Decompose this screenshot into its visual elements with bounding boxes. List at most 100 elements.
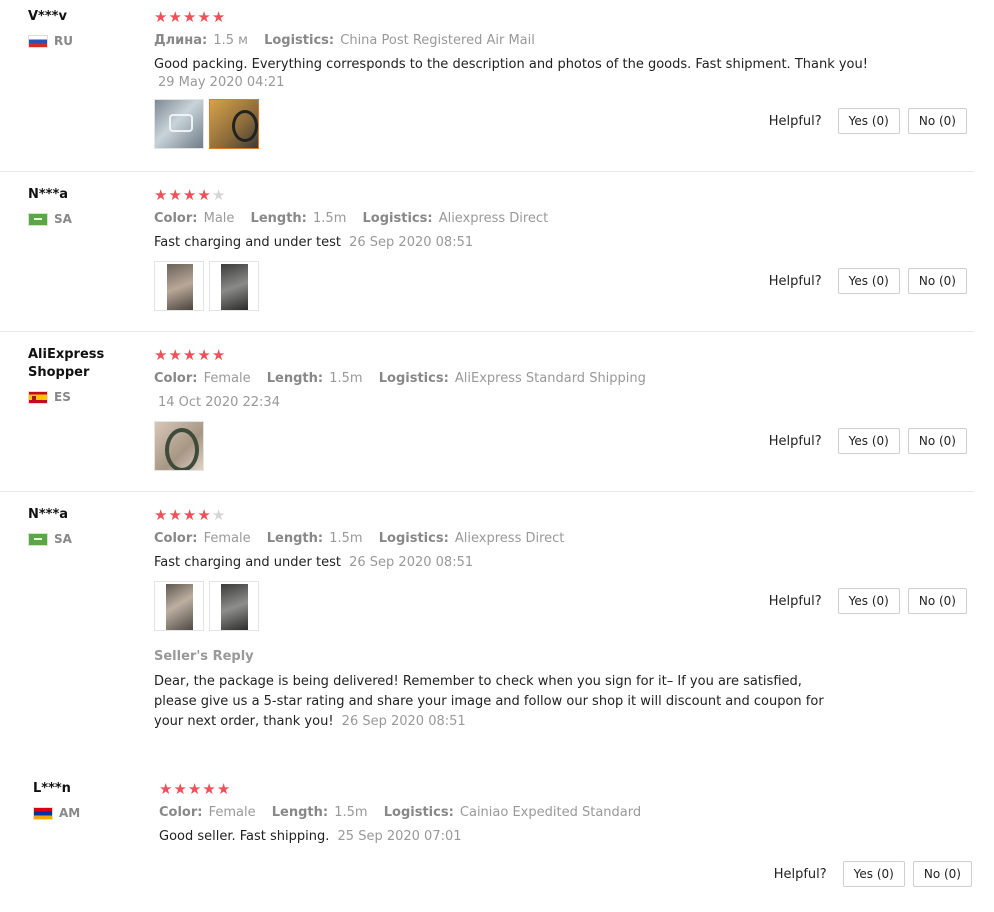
review-content: ★★★★★ Длина: 1.5 м Logistics: China Post… [154, 8, 868, 149]
review-attributes: Color: Female Length: 1.5m Logistics: Al… [154, 530, 854, 548]
rating-stars: ★★★★★ [154, 346, 854, 364]
flag-sa-icon [28, 532, 48, 546]
review-date: 14 Oct 2020 22:34 [158, 395, 280, 410]
review-photos [154, 99, 854, 149]
rating-stars: ★★★★★ [154, 8, 854, 26]
helpful-no-button[interactable]: No (0) [907, 268, 967, 294]
helpful-no-button[interactable]: No (0) [912, 861, 972, 887]
seller-reply-body: Dear, the package is being delivered! Re… [154, 674, 824, 729]
seller-reply-date: 26 Sep 2020 08:51 [341, 714, 466, 729]
star-icon: ★ [211, 346, 227, 364]
attr-value: 1.5m [313, 211, 347, 226]
review-body: Good seller. Fast shipping. [159, 829, 330, 844]
star-icon: ★ [168, 8, 183, 26]
helpful-section: Helpful? Yes (0) No (0) [769, 268, 967, 294]
review-photo[interactable] [209, 99, 259, 149]
review-photo[interactable] [209, 261, 259, 311]
country-code: AM [59, 806, 81, 820]
user-country: ES [28, 390, 138, 404]
user-country: SA [28, 532, 138, 546]
review-attributes: Длина: 1.5 м Logistics: China Post Regis… [154, 32, 854, 50]
review-date: 26 Sep 2020 08:51 [349, 555, 474, 570]
star-empty-icon: ★ [211, 506, 227, 524]
review-attributes: Color: Female Length: 1.5m Logistics: Ca… [159, 804, 859, 822]
review-content: ★★★★★ Color: Female Length: 1.5m Logisti… [154, 506, 854, 732]
review-photos [154, 261, 854, 311]
review-body: Fast charging and under test [154, 555, 341, 570]
star-icon: ★ [216, 780, 232, 798]
review-date: 25 Sep 2020 07:01 [337, 829, 462, 844]
star-icon: ★ [154, 186, 169, 204]
review-photo[interactable] [154, 99, 204, 149]
review-photo[interactable] [154, 421, 204, 471]
helpful-yes-button[interactable]: Yes (0) [837, 588, 900, 614]
review-item: N***a SA ★★★★★ Color: Female Length: 1.5… [0, 498, 974, 766]
attr-key: Logistics: [264, 33, 335, 48]
helpful-label: Helpful? [768, 433, 822, 449]
review-attributes: Color: Male Length: 1.5m Logistics: Alie… [154, 210, 854, 228]
star-icon: ★ [197, 506, 212, 524]
helpful-yes-button[interactable]: Yes (0) [837, 268, 900, 294]
review-body: Good packing. Everything corresponds to … [154, 57, 868, 72]
helpful-label: Helpful? [768, 113, 822, 129]
review-item: V***v RU ★★★★★ Длина: 1.5 м Logistics: C… [0, 0, 974, 172]
star-icon: ★ [182, 8, 198, 26]
helpful-label: Helpful? [768, 593, 822, 609]
user-name: V***v [28, 9, 67, 24]
review-photo[interactable] [154, 581, 204, 631]
review-content: ★★★★★ Color: Male Length: 1.5m Logistics… [154, 186, 854, 311]
review-text: Good packing. Everything corresponds to … [154, 56, 874, 92]
attr-value: Female [203, 531, 251, 546]
rating-stars: ★★★★★ [154, 506, 854, 524]
user-name: N***a [28, 507, 69, 522]
helpful-yes-button[interactable]: Yes (0) [842, 861, 905, 887]
helpful-yes-button[interactable]: Yes (0) [837, 428, 900, 454]
helpful-yes-button[interactable]: Yes (0) [837, 108, 900, 134]
rating-stars: ★★★★★ [159, 780, 859, 798]
review-user: L***n AM [33, 780, 143, 820]
attr-value: Cainiao Expedited Standard [459, 805, 642, 820]
star-icon: ★ [154, 506, 169, 524]
helpful-no-button[interactable]: No (0) [907, 588, 967, 614]
star-icon: ★ [168, 346, 183, 364]
attr-key: Color: [154, 371, 198, 386]
star-empty-icon: ★ [211, 186, 227, 204]
review-user: V***v RU [28, 8, 138, 48]
attr-key: Logistics: [378, 531, 449, 546]
country-code: SA [54, 532, 72, 546]
country-code: SA [54, 212, 72, 226]
review-attributes: Color: Female Length: 1.5m Logistics: Al… [154, 370, 854, 388]
user-name: AliExpress Shopper [28, 347, 105, 380]
attr-value: Male [203, 211, 235, 226]
rating-stars: ★★★★★ [154, 186, 854, 204]
star-icon: ★ [173, 780, 188, 798]
helpful-no-button[interactable]: No (0) [907, 108, 967, 134]
review-photo[interactable] [209, 581, 259, 631]
review-user: N***a SA [28, 186, 138, 226]
user-name: N***a [28, 187, 69, 202]
review-photo[interactable] [154, 261, 204, 311]
review-text: Fast charging and under test 26 Sep 2020… [154, 554, 854, 572]
attr-value: 1.5m [329, 531, 363, 546]
attr-value: AliExpress Standard Shipping [454, 371, 646, 386]
user-country: AM [33, 806, 143, 820]
attr-key: Length: [271, 805, 329, 820]
star-icon: ★ [187, 780, 203, 798]
flag-ru-icon [28, 34, 48, 48]
helpful-no-button[interactable]: No (0) [907, 428, 967, 454]
star-icon: ★ [154, 8, 169, 26]
flag-am-icon [33, 806, 53, 820]
helpful-label: Helpful? [773, 866, 827, 882]
user-country: SA [28, 212, 138, 226]
attr-key: Length: [266, 371, 324, 386]
star-icon: ★ [197, 186, 212, 204]
star-icon: ★ [197, 8, 212, 26]
star-icon: ★ [182, 506, 198, 524]
attr-key: Logistics: [383, 805, 454, 820]
seller-reply: Dear, the package is being delivered! Re… [154, 672, 824, 732]
attr-value: Female [208, 805, 256, 820]
helpful-section: Helpful? Yes (0) No (0) [769, 428, 967, 454]
star-icon: ★ [202, 780, 217, 798]
review-item: N***a SA ★★★★★ Color: Male Length: 1.5m … [0, 178, 974, 332]
attr-key: Length: [266, 531, 324, 546]
